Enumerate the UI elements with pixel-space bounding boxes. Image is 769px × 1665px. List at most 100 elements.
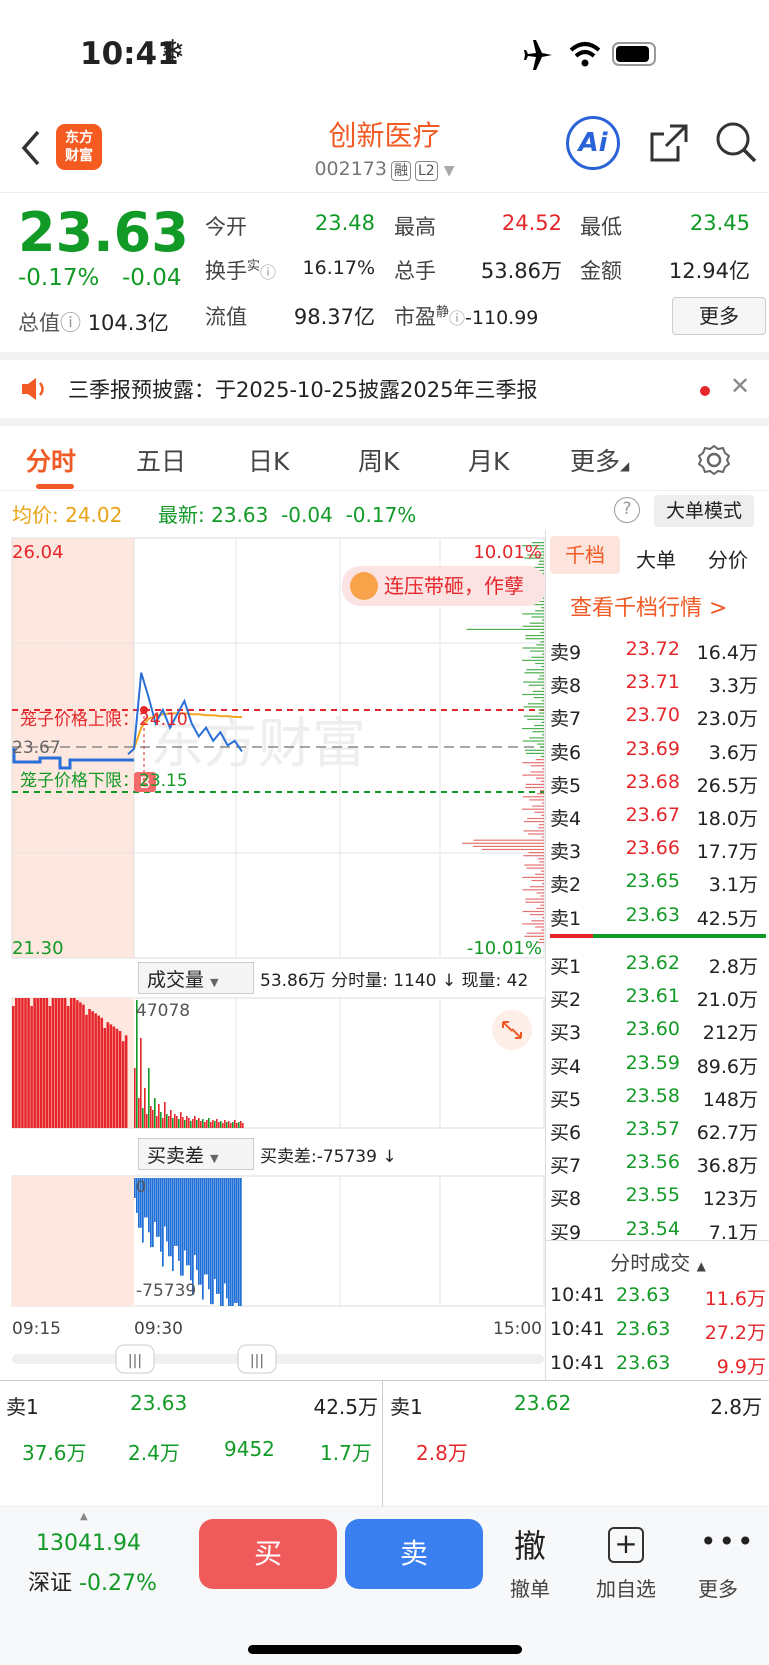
ask-row[interactable]: 卖7 23.70 23.0万 — [546, 700, 769, 732]
depth-bar — [526, 669, 544, 671]
amount-value: 12.94亿 — [668, 259, 750, 283]
ai-button[interactable]: Ai — [566, 116, 620, 170]
diff-bar — [218, 1178, 220, 1294]
volume-bar — [160, 1112, 162, 1128]
bid-row[interactable]: 买5 23.58 148万 — [546, 1081, 769, 1113]
settings-gear-icon[interactable] — [698, 444, 730, 476]
tab-daily[interactable]: 日K — [248, 442, 289, 478]
volume-bar — [210, 1122, 212, 1128]
sell-button[interactable]: 卖 — [345, 1519, 483, 1589]
depth-bar — [538, 827, 544, 829]
more-quote-button[interactable]: 更多 — [672, 297, 766, 335]
volume-bar — [172, 1118, 174, 1128]
bid-row[interactable]: 买3 23.60 212万 — [546, 1014, 769, 1046]
order-qty-3: 9452 — [224, 1437, 275, 1461]
tab-intraday[interactable]: 分时 — [26, 442, 76, 478]
ask-row[interactable]: 卖2 23.65 3.1万 — [546, 866, 769, 898]
level-label: 卖9 — [550, 642, 582, 664]
bid1-price: 23.62 — [514, 1391, 572, 1415]
volume-bar — [164, 1102, 166, 1128]
bid-row[interactable]: 买7 23.56 36.8万 — [546, 1147, 769, 1179]
level-label: 卖2 — [550, 874, 582, 897]
bid-row[interactable]: 买4 23.59 89.6万 — [546, 1048, 769, 1080]
ask-row[interactable]: 卖1 23.63 42.5万 — [546, 900, 769, 932]
level-label: 卖7 — [550, 708, 582, 731]
order-book-panel: 千档 大单 分价 查看千档行情 > 卖9 23.72 16.4万 卖8 23.71 3.3… — [545, 530, 769, 1380]
ask-row[interactable]: 卖5 23.68 26.5万 — [546, 767, 769, 799]
diff-bar — [170, 1178, 172, 1257]
index-line[interactable]: 深证 -0.27% — [28, 1565, 157, 1597]
tick-volume: 27.2万 — [704, 1322, 766, 1344]
volume-bar — [82, 1004, 85, 1128]
help-icon[interactable]: ? — [614, 497, 640, 523]
bid-row[interactable]: 买6 23.57 62.7万 — [546, 1114, 769, 1146]
volume-bar — [146, 1114, 148, 1128]
ask-row[interactable]: 卖9 23.72 16.4万 — [546, 634, 769, 666]
depth-bar — [528, 852, 544, 854]
tab-weekly[interactable]: 周K — [358, 442, 399, 478]
volume-bar — [144, 1088, 146, 1128]
bid-row[interactable]: 买1 23.62 2.8万 — [546, 948, 769, 980]
cage-lower-label: 笼子价格下限：23.15 — [20, 771, 188, 791]
big-order-mode-button[interactable]: 大单模式 — [654, 495, 754, 527]
bid-row[interactable]: 买8 23.55 123万 — [546, 1180, 769, 1212]
pct-bottom-label: -10.01% — [467, 938, 542, 959]
intraday-chart[interactable]: 东方财富 B 26.04 21.30 10.01% -10.01% 23.67 … — [0, 530, 545, 1380]
volume-bar — [60, 998, 64, 1128]
depth-bar — [529, 799, 544, 801]
depth-bar — [540, 631, 544, 634]
depth-bar — [532, 805, 544, 807]
tab-more[interactable]: 更多◢ — [570, 442, 629, 478]
add-watchlist-label[interactable]: 加自选 — [588, 1573, 664, 1602]
diff-bar — [206, 1178, 208, 1275]
tab-5day[interactable]: 五日 — [136, 442, 186, 478]
level-volume: 62.7万 — [696, 1122, 758, 1144]
range-scrollbar — [12, 1354, 544, 1364]
tab-thousand-levels[interactable]: 千档 — [550, 536, 620, 574]
search-icon[interactable] — [714, 120, 758, 166]
ask-row[interactable]: 卖6 23.69 3.6万 — [546, 734, 769, 766]
notice-bar[interactable]: 三季报预披露：于2025-10-25披露2025年三季报 ✕ — [0, 352, 769, 418]
add-watchlist-icon[interactable]: + — [608, 1527, 644, 1563]
tab-monthly[interactable]: 月K — [468, 442, 509, 478]
tab-big-orders[interactable]: 大单 — [636, 544, 676, 573]
ask1-price: 23.63 — [130, 1391, 188, 1415]
depth-bar — [522, 728, 544, 730]
volume-bar — [206, 1120, 208, 1128]
share-icon[interactable] — [648, 122, 690, 164]
volume-bar — [154, 1098, 156, 1128]
ask-row[interactable]: 卖8 23.71 3.3万 — [546, 667, 769, 699]
depth-bar — [522, 762, 544, 764]
high-label: 最高 — [394, 215, 436, 239]
volume-bar — [140, 1038, 142, 1128]
bid-row[interactable]: 买2 23.61 21.0万 — [546, 981, 769, 1013]
depth-bar — [537, 743, 544, 745]
volume-bar — [166, 1114, 168, 1128]
diff-indicator-select[interactable]: 买卖差 ▼ — [138, 1138, 254, 1170]
ask-row[interactable]: 卖4 23.67 18.0万 — [546, 800, 769, 832]
tab-indicator — [36, 484, 74, 489]
index-value[interactable]: 13041.94 — [36, 1531, 141, 1556]
tick-time: 10:41 — [550, 1352, 605, 1374]
buy-button[interactable]: 买 — [199, 1519, 337, 1589]
y-bottom-label: 21.30 — [12, 938, 64, 959]
depth-bar — [524, 864, 544, 866]
depth-bar — [540, 780, 544, 782]
cancel-order-label[interactable]: 撤单 — [502, 1573, 558, 1602]
more-label[interactable]: 更多 — [698, 1573, 738, 1602]
tab-price-distribution[interactable]: 分价 — [708, 544, 748, 573]
ask-row[interactable]: 卖3 23.66 17.7万 — [546, 833, 769, 865]
level-price: 23.55 — [625, 1184, 680, 1207]
level-label: 卖8 — [550, 675, 582, 698]
level-price: 23.69 — [625, 737, 680, 760]
turnover-value: 16.17% — [302, 257, 375, 279]
ticks-title[interactable]: 分时成交 ▲ — [546, 1240, 769, 1276]
more-dots-icon[interactable]: ••• — [700, 1525, 756, 1558]
view-levels-link[interactable]: 查看千档行情 > — [570, 590, 727, 622]
cancel-order-icon[interactable]: 撤 — [502, 1521, 558, 1567]
volume-bar — [188, 1118, 190, 1128]
diff-bar — [152, 1178, 154, 1248]
close-icon[interactable]: ✕ — [730, 372, 750, 400]
level-price: 23.61 — [625, 985, 680, 1008]
volume-indicator-select[interactable]: 成交量 ▼ — [138, 962, 254, 994]
